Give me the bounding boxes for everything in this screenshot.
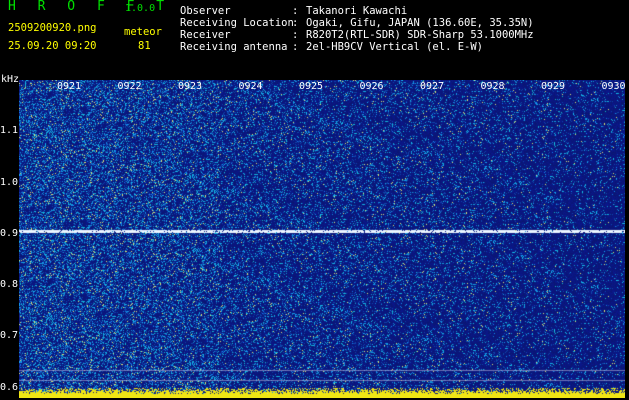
x-tick-label: 0927 bbox=[420, 81, 445, 92]
info-row-observer: Observer : Takanori Kawachi bbox=[180, 5, 534, 17]
info-value: Ogaki, Gifu, JAPAN (136.60E, 35.35N) bbox=[306, 17, 534, 29]
x-tick-label: 0924 bbox=[238, 81, 263, 92]
detector-label: meteor bbox=[124, 26, 162, 38]
x-tick-label: 0926 bbox=[359, 81, 384, 92]
info-colon: : bbox=[292, 17, 299, 29]
x-tick-label: 0921 bbox=[57, 81, 82, 92]
info-row-receiver: Receiver : R820T2(RTL-SDR) SDR-Sharp 53.… bbox=[180, 29, 534, 41]
detection-count: 81 bbox=[138, 40, 151, 52]
info-value: R820T2(RTL-SDR) SDR-Sharp 53.1000MHz bbox=[306, 29, 534, 41]
info-value: Takanori Kawachi bbox=[306, 5, 408, 17]
info-colon: : bbox=[292, 5, 299, 17]
y-tick-label: 1.1 bbox=[0, 125, 19, 137]
x-tick-label: 0925 bbox=[299, 81, 324, 92]
info-row-antenna: Receiving antenna : 2el-HB9CV Vertical (… bbox=[180, 41, 534, 53]
spectrogram-canvas bbox=[19, 80, 625, 398]
y-tick-label: 0.6 bbox=[0, 381, 19, 393]
x-tick-label: 0922 bbox=[117, 81, 142, 92]
filename: 2509200920.png bbox=[8, 22, 97, 34]
info-label: Receiving antenna bbox=[180, 41, 288, 53]
x-tick-label: 0929 bbox=[541, 81, 566, 92]
y-tick-label: 1.0 bbox=[0, 176, 19, 188]
info-row-location: Receiving Location : Ogaki, Gifu, JAPAN … bbox=[180, 17, 534, 29]
info-label: Observer bbox=[180, 5, 231, 17]
datetime: 25.09.20 09:20 bbox=[8, 40, 97, 52]
app-version: 1.0.0 bbox=[125, 3, 156, 14]
y-tick-label: 0.8 bbox=[0, 279, 19, 291]
station-info: Observer : Takanori Kawachi Receiving Lo… bbox=[180, 5, 534, 53]
info-colon: : bbox=[292, 29, 299, 41]
info-label: Receiving Location bbox=[180, 17, 294, 29]
x-tick-label: 0928 bbox=[480, 81, 505, 92]
info-value: 2el-HB9CV Vertical (el. E-W) bbox=[306, 41, 484, 53]
info-colon: : bbox=[292, 41, 299, 53]
x-tick-label: 0923 bbox=[178, 81, 203, 92]
info-label: Receiver bbox=[180, 29, 231, 41]
y-tick-label: 0.9 bbox=[0, 227, 19, 239]
spectrogram bbox=[19, 80, 625, 398]
y-axis-unit: kHz bbox=[1, 74, 20, 85]
x-tick-label: 0930 bbox=[601, 81, 626, 92]
y-tick-label: 0.7 bbox=[0, 330, 19, 342]
